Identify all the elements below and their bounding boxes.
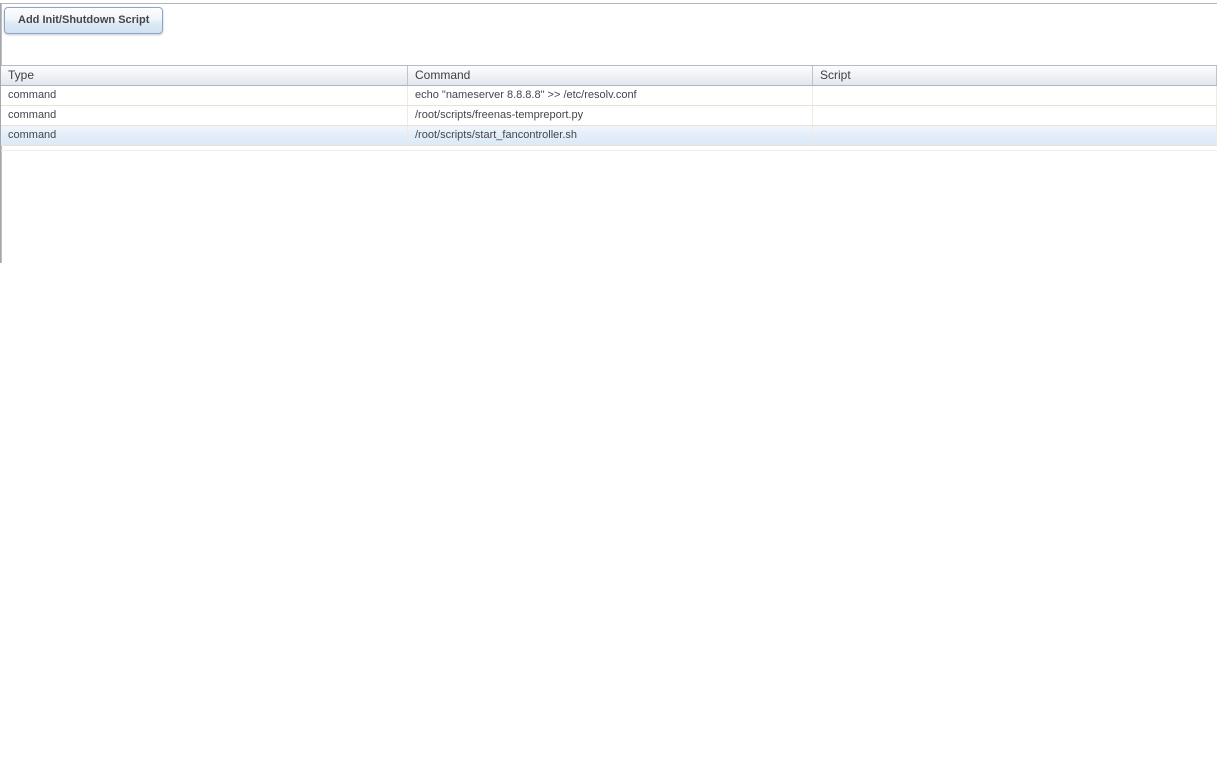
cell-type: command: [1, 86, 408, 105]
cell-type: command: [1, 106, 408, 125]
add-init-shutdown-script-button[interactable]: Add Init/Shutdown Script: [4, 7, 163, 34]
table-row[interactable]: command /root/scripts/freenas-tempreport…: [1, 106, 1217, 126]
column-header-type[interactable]: Type: [1, 66, 408, 85]
panel-top-border: [0, 3, 1217, 4]
cell-command: /root/scripts/freenas-tempreport.py: [408, 106, 813, 125]
cell-script: [813, 86, 1217, 105]
column-header-script[interactable]: Script: [813, 66, 1217, 85]
cell-command: echo "nameserver 8.8.8.8" >> /etc/resolv…: [408, 86, 813, 105]
table-header-row: Type Command Script: [1, 65, 1217, 86]
table-row[interactable]: command /root/scripts/start_fancontrolle…: [1, 126, 1217, 146]
cell-type: command: [1, 126, 408, 145]
table-row[interactable]: command echo "nameserver 8.8.8.8" >> /et…: [1, 86, 1217, 106]
cell-script: [813, 106, 1217, 125]
table-footer-spacer: [1, 146, 1217, 151]
cell-command: /root/scripts/start_fancontroller.sh: [408, 126, 813, 145]
cell-script: [813, 126, 1217, 145]
init-shutdown-scripts-table: Type Command Script command echo "namese…: [1, 65, 1217, 151]
column-header-command[interactable]: Command: [408, 66, 813, 85]
toolbar: Add Init/Shutdown Script: [4, 7, 163, 34]
